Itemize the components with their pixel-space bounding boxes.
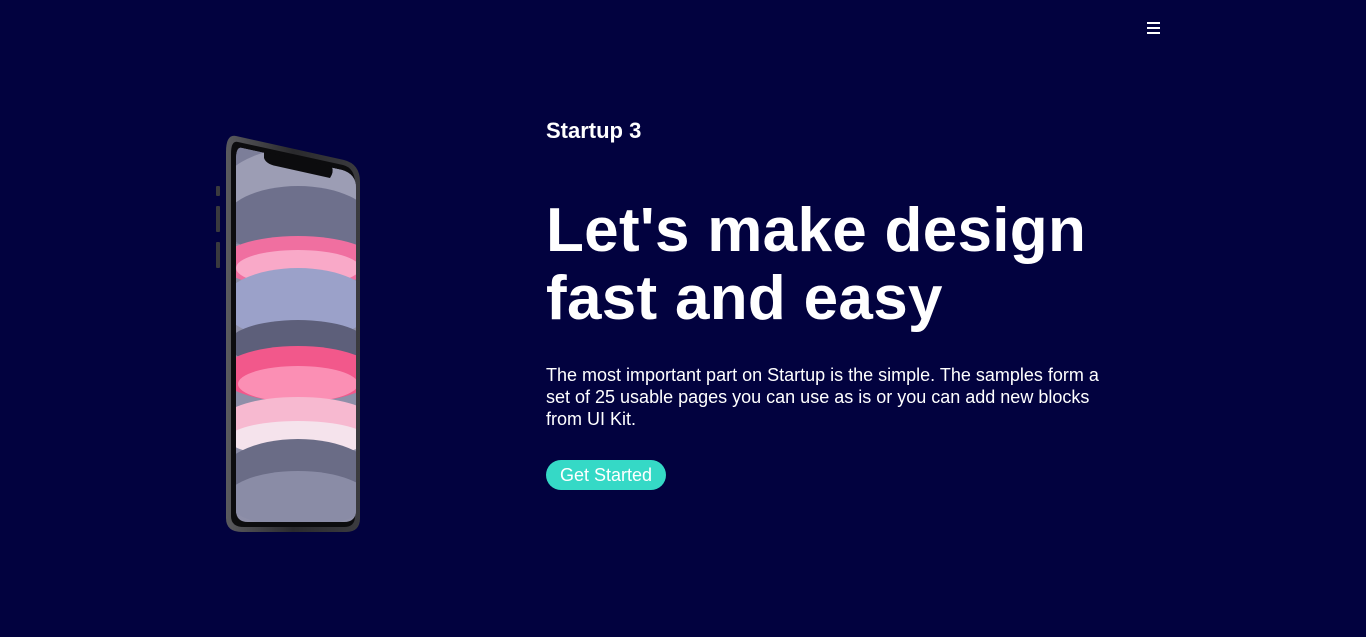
brand-title: Startup 3 <box>546 118 642 143</box>
smartphone-mockup <box>214 134 362 534</box>
menu-icon-bar-middle <box>1147 27 1160 29</box>
hero-page: Startup 3 Let's make design fast and eas… <box>0 0 1366 637</box>
hero-description: The most important part on Startup is th… <box>546 365 1099 429</box>
hamburger-menu-button[interactable] <box>1145 19 1163 37</box>
get-started-button[interactable]: Get Started <box>546 460 667 490</box>
menu-icon-bar-bottom <box>1147 32 1160 34</box>
hero-headline: Let's make design fast and easy <box>546 196 1087 333</box>
menu-icon-bar-top <box>1147 22 1160 24</box>
smartphone-illustration <box>216 135 360 533</box>
